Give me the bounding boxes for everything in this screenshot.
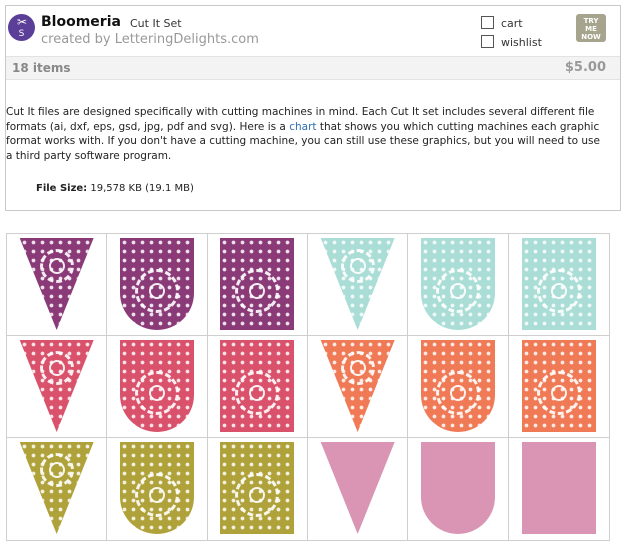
banner-thumbnail[interactable] [408, 234, 509, 336]
banner-thumbnail[interactable] [308, 336, 409, 438]
flower-center [48, 257, 65, 274]
banner-thumbnail[interactable] [207, 336, 308, 438]
banner-rect-shape [521, 442, 596, 534]
banner-thumbnail[interactable] [508, 336, 609, 438]
flower-center [449, 283, 466, 300]
chart-link[interactable]: chart [289, 121, 316, 133]
flower-center [48, 359, 65, 376]
wishlist-label[interactable]: wishlist [501, 36, 542, 49]
banner-thumbnail[interactable] [7, 234, 108, 336]
banner-thumbnail[interactable] [308, 234, 409, 336]
banner-thumbnail[interactable] [107, 234, 208, 336]
flower-center [148, 385, 165, 402]
banner-thumbnail[interactable] [408, 438, 509, 540]
banner-tri-shape [19, 238, 94, 330]
flower-center [349, 359, 366, 376]
banner-arch-shape [119, 442, 194, 534]
flower-center [249, 487, 266, 504]
flower-center [48, 461, 65, 478]
cart-label[interactable]: cart [501, 17, 523, 30]
banner-tri-shape [19, 340, 94, 432]
flower-center [249, 385, 266, 402]
banner-thumbnail[interactable] [308, 438, 409, 540]
items-count: 18 items [12, 61, 71, 75]
flower-center [249, 283, 266, 300]
try-me-now-button[interactable]: TRY ME NOW [576, 14, 606, 42]
product-description: Cut It files are designed specifically w… [6, 106, 600, 162]
banner-arch-shape [420, 442, 495, 534]
scissors-logo-icon: ✂ S [8, 14, 35, 41]
banner-tri-shape [320, 238, 395, 330]
flower-center [148, 487, 165, 504]
banner-thumbnail[interactable] [107, 336, 208, 438]
banner-tri-shape [19, 442, 94, 534]
banner-tri-shape [320, 340, 395, 432]
banner-rect-shape [521, 238, 596, 330]
banner-thumbnail[interactable] [509, 438, 609, 540]
flower-center [550, 283, 567, 300]
product-subtitle: Cut It Set [130, 17, 182, 30]
banner-rect-shape [220, 340, 295, 432]
file-size: File Size: 19,578 KB (19.1 MB) [36, 183, 194, 194]
flower-center [148, 283, 165, 300]
banner-rect-shape [220, 442, 295, 534]
product-title[interactable]: Bloomeria [41, 14, 121, 30]
banner-thumbnail[interactable] [207, 234, 308, 336]
flower-center [349, 257, 366, 274]
price: $5.00 [564, 60, 606, 75]
preview-grid [6, 233, 610, 541]
flower-center [449, 385, 466, 402]
banner-arch-shape [420, 238, 495, 330]
cart-checkbox[interactable] [481, 16, 494, 29]
banner-thumbnail[interactable] [7, 438, 108, 540]
banner-tri-shape [320, 442, 395, 534]
banner-thumbnail[interactable] [7, 336, 108, 438]
banner-arch-shape [119, 238, 194, 330]
file-size-label: File Size: [36, 183, 88, 194]
banner-arch-shape [119, 340, 194, 432]
wishlist-checkbox[interactable] [481, 35, 494, 48]
banner-rect-shape [220, 238, 295, 330]
banner-rect-shape [521, 340, 596, 432]
meta-bar: 18 items $5.00 [6, 56, 620, 80]
banner-thumbnail[interactable] [107, 438, 208, 540]
flower-center [550, 385, 567, 402]
creator-credit[interactable]: created by LetteringDelights.com [41, 32, 259, 47]
banner-arch-shape [420, 340, 495, 432]
banner-thumbnail[interactable] [208, 438, 308, 540]
file-size-value: 19,578 KB (19.1 MB) [90, 183, 194, 194]
banner-thumbnail[interactable] [508, 234, 609, 336]
banner-thumbnail[interactable] [408, 336, 509, 438]
